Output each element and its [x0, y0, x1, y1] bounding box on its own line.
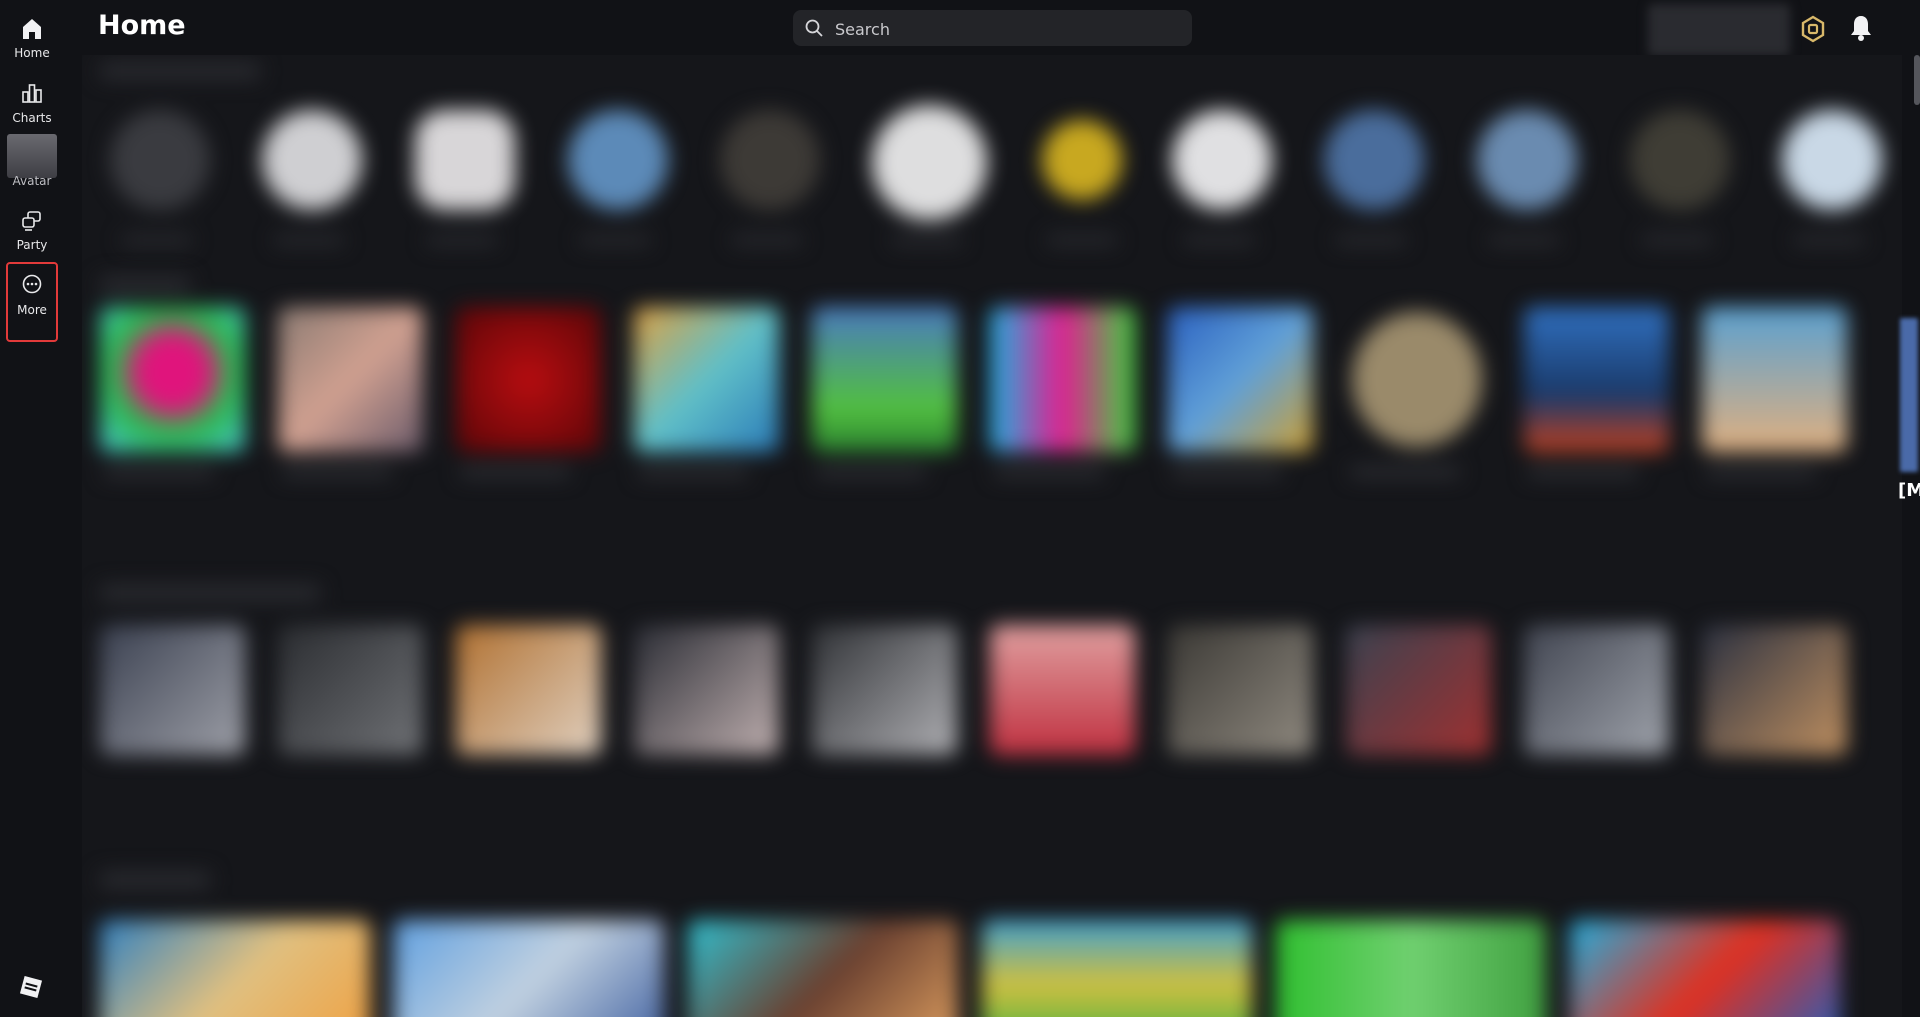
- home-content: [82, 55, 1902, 1017]
- game-tile[interactable]: [278, 625, 423, 755]
- friend-avatar[interactable]: [1630, 110, 1730, 210]
- game-tile[interactable]: [1168, 307, 1313, 452]
- more-icon: [22, 274, 42, 294]
- left-nav: Home Charts Avatar Party More: [0, 0, 63, 1017]
- nav-label-more: More: [17, 303, 47, 317]
- friend-name: [1184, 235, 1254, 245]
- friend-avatar[interactable]: [262, 110, 362, 210]
- nav-item-more[interactable]: More: [6, 262, 58, 342]
- robux-icon[interactable]: [1799, 15, 1827, 43]
- nav-item-home[interactable]: Home: [6, 10, 58, 72]
- roblox-logo-icon[interactable]: [20, 976, 42, 998]
- game-title: [1172, 467, 1282, 477]
- friend-avatar[interactable]: [1172, 110, 1272, 210]
- page-scrollbar[interactable]: [1914, 55, 1920, 105]
- game-title: [460, 467, 570, 477]
- friend-name: [1047, 235, 1117, 245]
- game-tile[interactable]: [1346, 625, 1491, 755]
- nav-label-home: Home: [14, 46, 50, 60]
- friend-avatar[interactable]: [415, 110, 515, 210]
- friend-avatar[interactable]: [720, 110, 820, 210]
- friend-avatar[interactable]: [110, 110, 210, 210]
- friends-section: [82, 55, 1902, 270]
- search-bar[interactable]: [793, 10, 1192, 48]
- friend-name: [1642, 235, 1712, 245]
- game-tile[interactable]: [456, 625, 601, 755]
- game-tile[interactable]: [688, 920, 958, 1017]
- friend-name: [732, 235, 802, 245]
- game-tile[interactable]: [1276, 920, 1546, 1017]
- friend-avatar[interactable]: [1477, 110, 1577, 210]
- game-title: [104, 467, 214, 477]
- featured-section: [82, 872, 1902, 1017]
- friend-name: [580, 235, 650, 245]
- friend-avatar[interactable]: [1324, 110, 1424, 210]
- friend-name: [122, 235, 192, 245]
- friend-name: [274, 235, 344, 245]
- game-tile[interactable]: [1524, 307, 1669, 452]
- game-tile[interactable]: [634, 625, 779, 755]
- game-tile[interactable]: [394, 920, 664, 1017]
- friend-avatar[interactable]: [568, 110, 668, 210]
- continue-section: [82, 585, 1902, 765]
- nav-item-charts[interactable]: Charts: [6, 74, 58, 136]
- friend-name: [1794, 235, 1864, 245]
- friend-name: [892, 235, 962, 245]
- section-title: [100, 277, 190, 293]
- game-title: [816, 467, 926, 477]
- game-tile[interactable]: [1702, 307, 1847, 452]
- game-tile[interactable]: [278, 307, 423, 452]
- game-tile[interactable]: [812, 625, 957, 755]
- game-tile[interactable]: [990, 625, 1135, 755]
- friend-name: [1489, 235, 1559, 245]
- game-tile[interactable]: [1524, 625, 1669, 755]
- search-input[interactable]: [833, 10, 1177, 48]
- nav-item-party[interactable]: Party: [6, 202, 58, 264]
- search-icon: [805, 19, 823, 37]
- nav-label-party: Party: [16, 238, 48, 252]
- friend-avatar[interactable]: [872, 105, 987, 220]
- recommended-section: [82, 277, 1902, 527]
- game-title: [282, 467, 392, 477]
- nav-label-avatar: Avatar: [12, 174, 52, 188]
- friend-name: [427, 235, 497, 245]
- game-tile[interactable]: [634, 307, 779, 452]
- game-tile[interactable]: [100, 307, 245, 452]
- game-tile[interactable]: [100, 625, 245, 755]
- game-tile[interactable]: [100, 920, 370, 1017]
- game-tile[interactable]: [812, 307, 957, 452]
- party-icon: [22, 211, 41, 231]
- game-title: [994, 467, 1104, 477]
- friend-name: [1336, 235, 1406, 245]
- friend-avatar[interactable]: [1782, 110, 1882, 210]
- page-title: Home: [98, 10, 186, 41]
- game-title: [638, 467, 748, 477]
- game-tile[interactable]: [1168, 625, 1313, 755]
- section-title: [100, 63, 260, 79]
- game-title: [1706, 467, 1816, 477]
- game-tile[interactable]: [982, 920, 1252, 1017]
- charts-icon: [22, 84, 42, 103]
- avatar-thumbnail: [7, 134, 57, 178]
- offscreen-tile-edge[interactable]: [1900, 318, 1918, 472]
- section-title: [100, 585, 320, 601]
- account-summary[interactable]: [1648, 4, 1790, 56]
- section-title: [100, 872, 210, 888]
- home-icon: [23, 19, 41, 39]
- game-tile[interactable]: [990, 307, 1135, 452]
- game-tile[interactable]: [1702, 625, 1847, 755]
- game-tile[interactable]: [1352, 312, 1482, 447]
- offscreen-title-fragment: [M: [1898, 480, 1920, 501]
- game-tile[interactable]: [1570, 920, 1840, 1017]
- game-title: [1528, 467, 1638, 477]
- game-tile[interactable]: [456, 307, 601, 452]
- nav-item-avatar[interactable]: Avatar: [6, 134, 58, 196]
- game-title: [1350, 467, 1460, 477]
- notifications-bell-icon[interactable]: [1848, 14, 1874, 42]
- nav-label-charts: Charts: [12, 111, 52, 125]
- friend-avatar[interactable]: [1042, 120, 1122, 200]
